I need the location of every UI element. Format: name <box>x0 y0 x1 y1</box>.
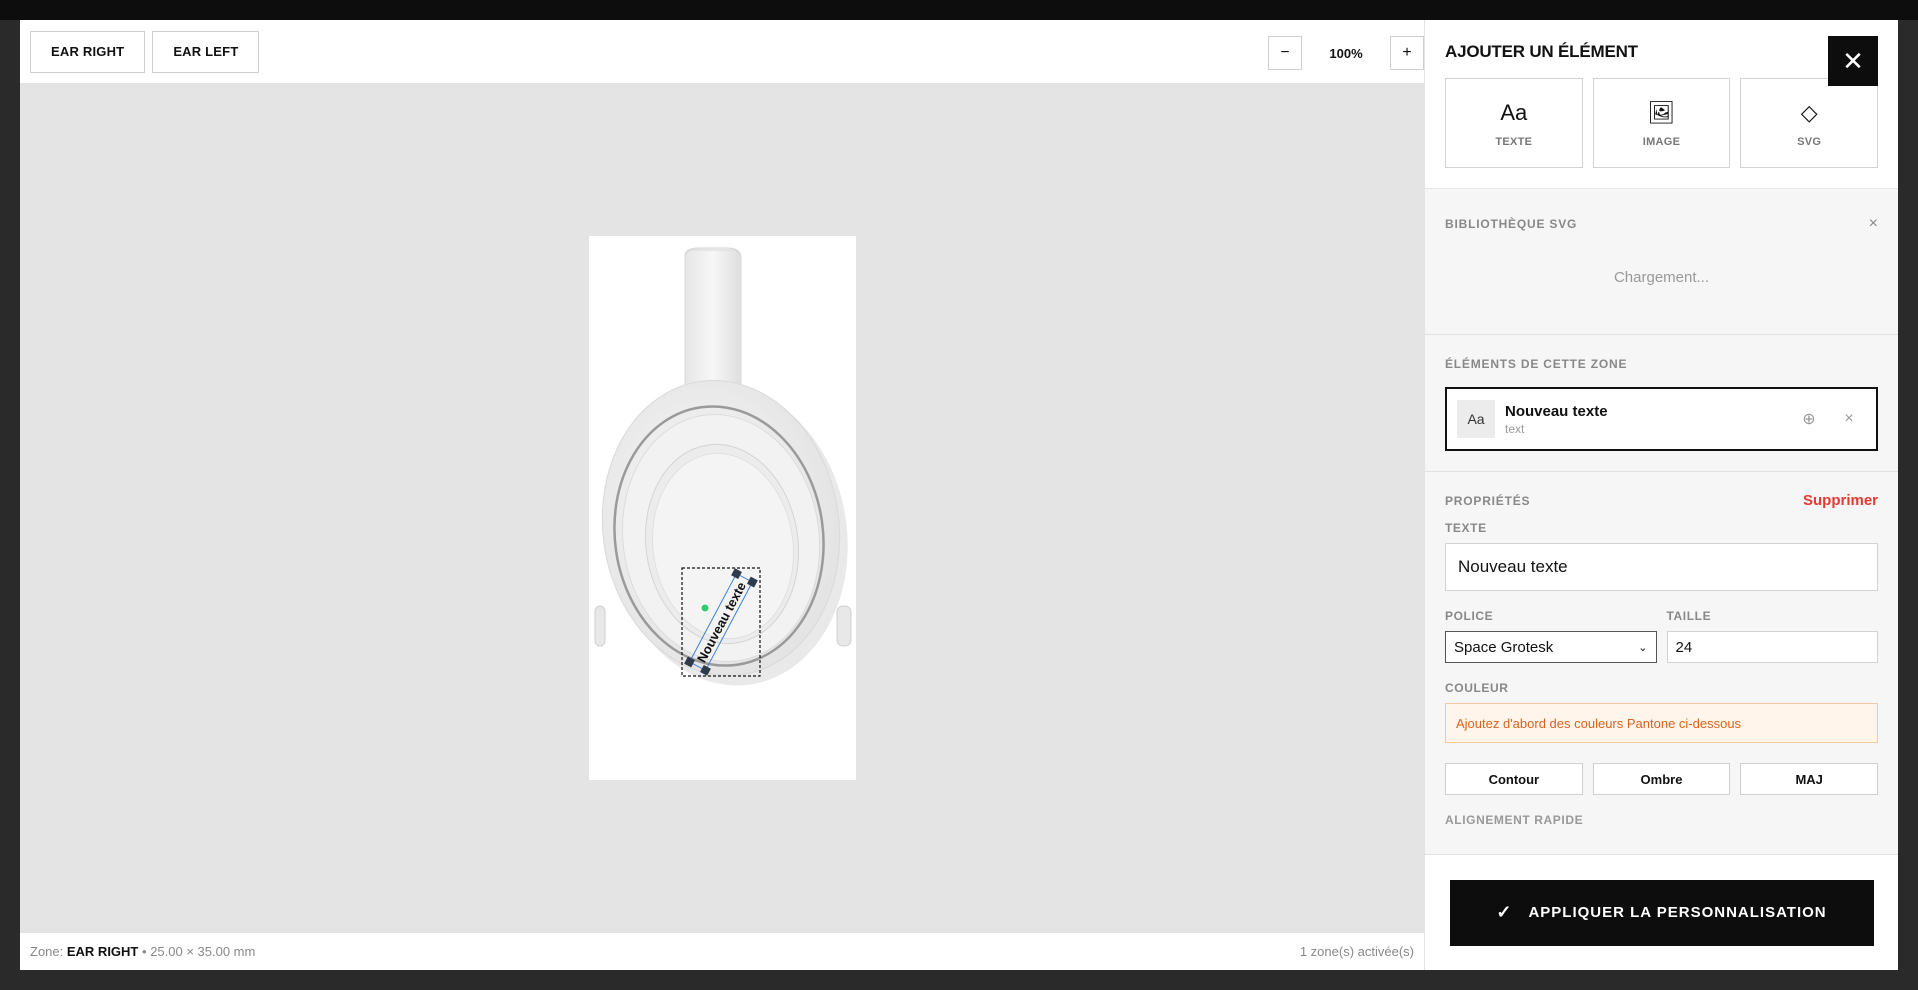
zone-tab-ear-right[interactable]: EAR RIGHT <box>30 30 146 73</box>
font-value: Space Grotesk <box>1454 638 1554 656</box>
delete-button[interactable]: Supprimer <box>1803 492 1878 509</box>
zoom-level: 100% <box>1329 45 1363 61</box>
canvas-toolbar: EAR RIGHT EAR LEFT − 100% + <box>20 20 1424 84</box>
diamond-icon: ◇ <box>1800 100 1818 125</box>
add-element-title: AJOUTER UN ÉLÉMENT <box>1445 42 1638 61</box>
element-type: text <box>1505 421 1525 436</box>
font-label: POLICE <box>1445 609 1494 623</box>
zone-prefix: Zone: <box>30 944 64 959</box>
size-label: TAILLE <box>1666 609 1712 623</box>
uppercase-button[interactable]: MAJ <box>1740 763 1879 795</box>
svg-library-section: BIBLIOTHÈQUE SVG × Chargement... <box>1425 189 1898 335</box>
zone-dimensions: 25.00 × 35.00 mm <box>150 944 256 959</box>
text-label: TEXTE <box>1445 521 1487 535</box>
quick-align-title: ALIGNEMENT RAPIDE <box>1445 813 1584 827</box>
loading-text: Chargement... <box>1613 269 1710 286</box>
list-item[interactable]: Aa Nouveau texte text ⊕ × <box>1445 387 1878 451</box>
add-image-label: IMAGE <box>1642 136 1681 148</box>
customization-modal: EAR RIGHT EAR LEFT − 100% + Nouveau text… <box>20 20 1898 970</box>
product-image-headphones: Nouveau texte <box>589 236 856 780</box>
color-label: COULEUR <box>1445 681 1509 695</box>
zone-info: Zone: EAR RIGHT • 25.00 × 35.00 mm <box>30 944 255 959</box>
zoom-in-button[interactable]: + <box>1390 36 1424 70</box>
editor-panel: ✕ AJOUTER UN ÉLÉMENT Aa TEXTE 🖼 IMAGE ◇ … <box>1424 20 1898 970</box>
zone-tab-ear-left[interactable]: EAR LEFT <box>152 30 260 73</box>
properties-section: PROPRIÉTÉS Supprimer TEXTE Nouveau texte… <box>1425 472 1898 854</box>
design-stage: Nouveau texte <box>20 84 1424 932</box>
text-input[interactable]: Nouveau texte <box>1445 543 1878 591</box>
headphones-illustration: Nouveau texte <box>594 247 852 686</box>
chevron-down-icon: ⌄ <box>1638 641 1648 654</box>
add-text-label: TEXTE <box>1495 136 1533 148</box>
color-warning: Ajoutez d'abord des couleurs Pantone ci-… <box>1445 703 1878 743</box>
svg-library-title: BIBLIOTHÈQUE SVG <box>1445 217 1578 231</box>
image-icon: 🖼 <box>1647 100 1676 125</box>
check-icon: ✓ <box>1496 902 1513 922</box>
add-svg-button[interactable]: ◇ SVG <box>1740 78 1879 168</box>
canvas-area: EAR RIGHT EAR LEFT − 100% + Nouveau text… <box>20 20 1424 970</box>
zone-elements-title: ÉLÉMENTS DE CETTE ZONE <box>1445 357 1628 371</box>
separator: • <box>142 944 147 959</box>
apply-footer: ✓ APPLIQUER LA PERSONNALISATION <box>1425 854 1898 970</box>
backdrop-top-strip <box>0 0 1918 20</box>
element-name: Nouveau texte <box>1505 402 1608 420</box>
canvas-status-bar: Zone: EAR RIGHT • 25.00 × 35.00 mm 1 zon… <box>20 932 1424 970</box>
add-text-button[interactable]: Aa TEXTE <box>1445 78 1583 168</box>
properties-title: PROPRIÉTÉS <box>1445 493 1531 508</box>
zone-elements-section: ÉLÉMENTS DE CETTE ZONE Aa Nouveau texte … <box>1425 335 1898 472</box>
active-zones-count: 1 zone(s) activée(s) <box>1299 944 1414 959</box>
rotate-handle[interactable] <box>700 603 710 613</box>
font-select[interactable]: Space Grotesk ⌄ <box>1445 631 1657 663</box>
add-image-button[interactable]: 🖼 IMAGE <box>1592 78 1731 168</box>
zone-name: EAR RIGHT <box>66 944 139 959</box>
apply-label: APPLIQUER LA PERSONNALISATION <box>1528 904 1827 921</box>
shadow-button[interactable]: Ombre <box>1592 763 1731 795</box>
close-svg-library-icon[interactable]: × <box>1869 215 1878 233</box>
remove-icon[interactable]: × <box>1832 402 1866 436</box>
zoom-controls: − 100% + <box>1268 36 1424 70</box>
zoom-out-button[interactable]: − <box>1268 36 1302 70</box>
apply-customization-button[interactable]: ✓ APPLIQUER LA PERSONNALISATION <box>1449 879 1874 946</box>
text-icon: Aa <box>1500 100 1528 125</box>
outline-button[interactable]: Contour <box>1445 763 1583 795</box>
size-input[interactable]: 24 <box>1666 631 1878 663</box>
close-icon[interactable]: ✕ <box>1828 36 1878 86</box>
element-thumb: Aa <box>1457 400 1495 438</box>
add-svg-label: SVG <box>1797 136 1822 148</box>
crosshair-icon[interactable]: ⊕ <box>1792 402 1826 436</box>
